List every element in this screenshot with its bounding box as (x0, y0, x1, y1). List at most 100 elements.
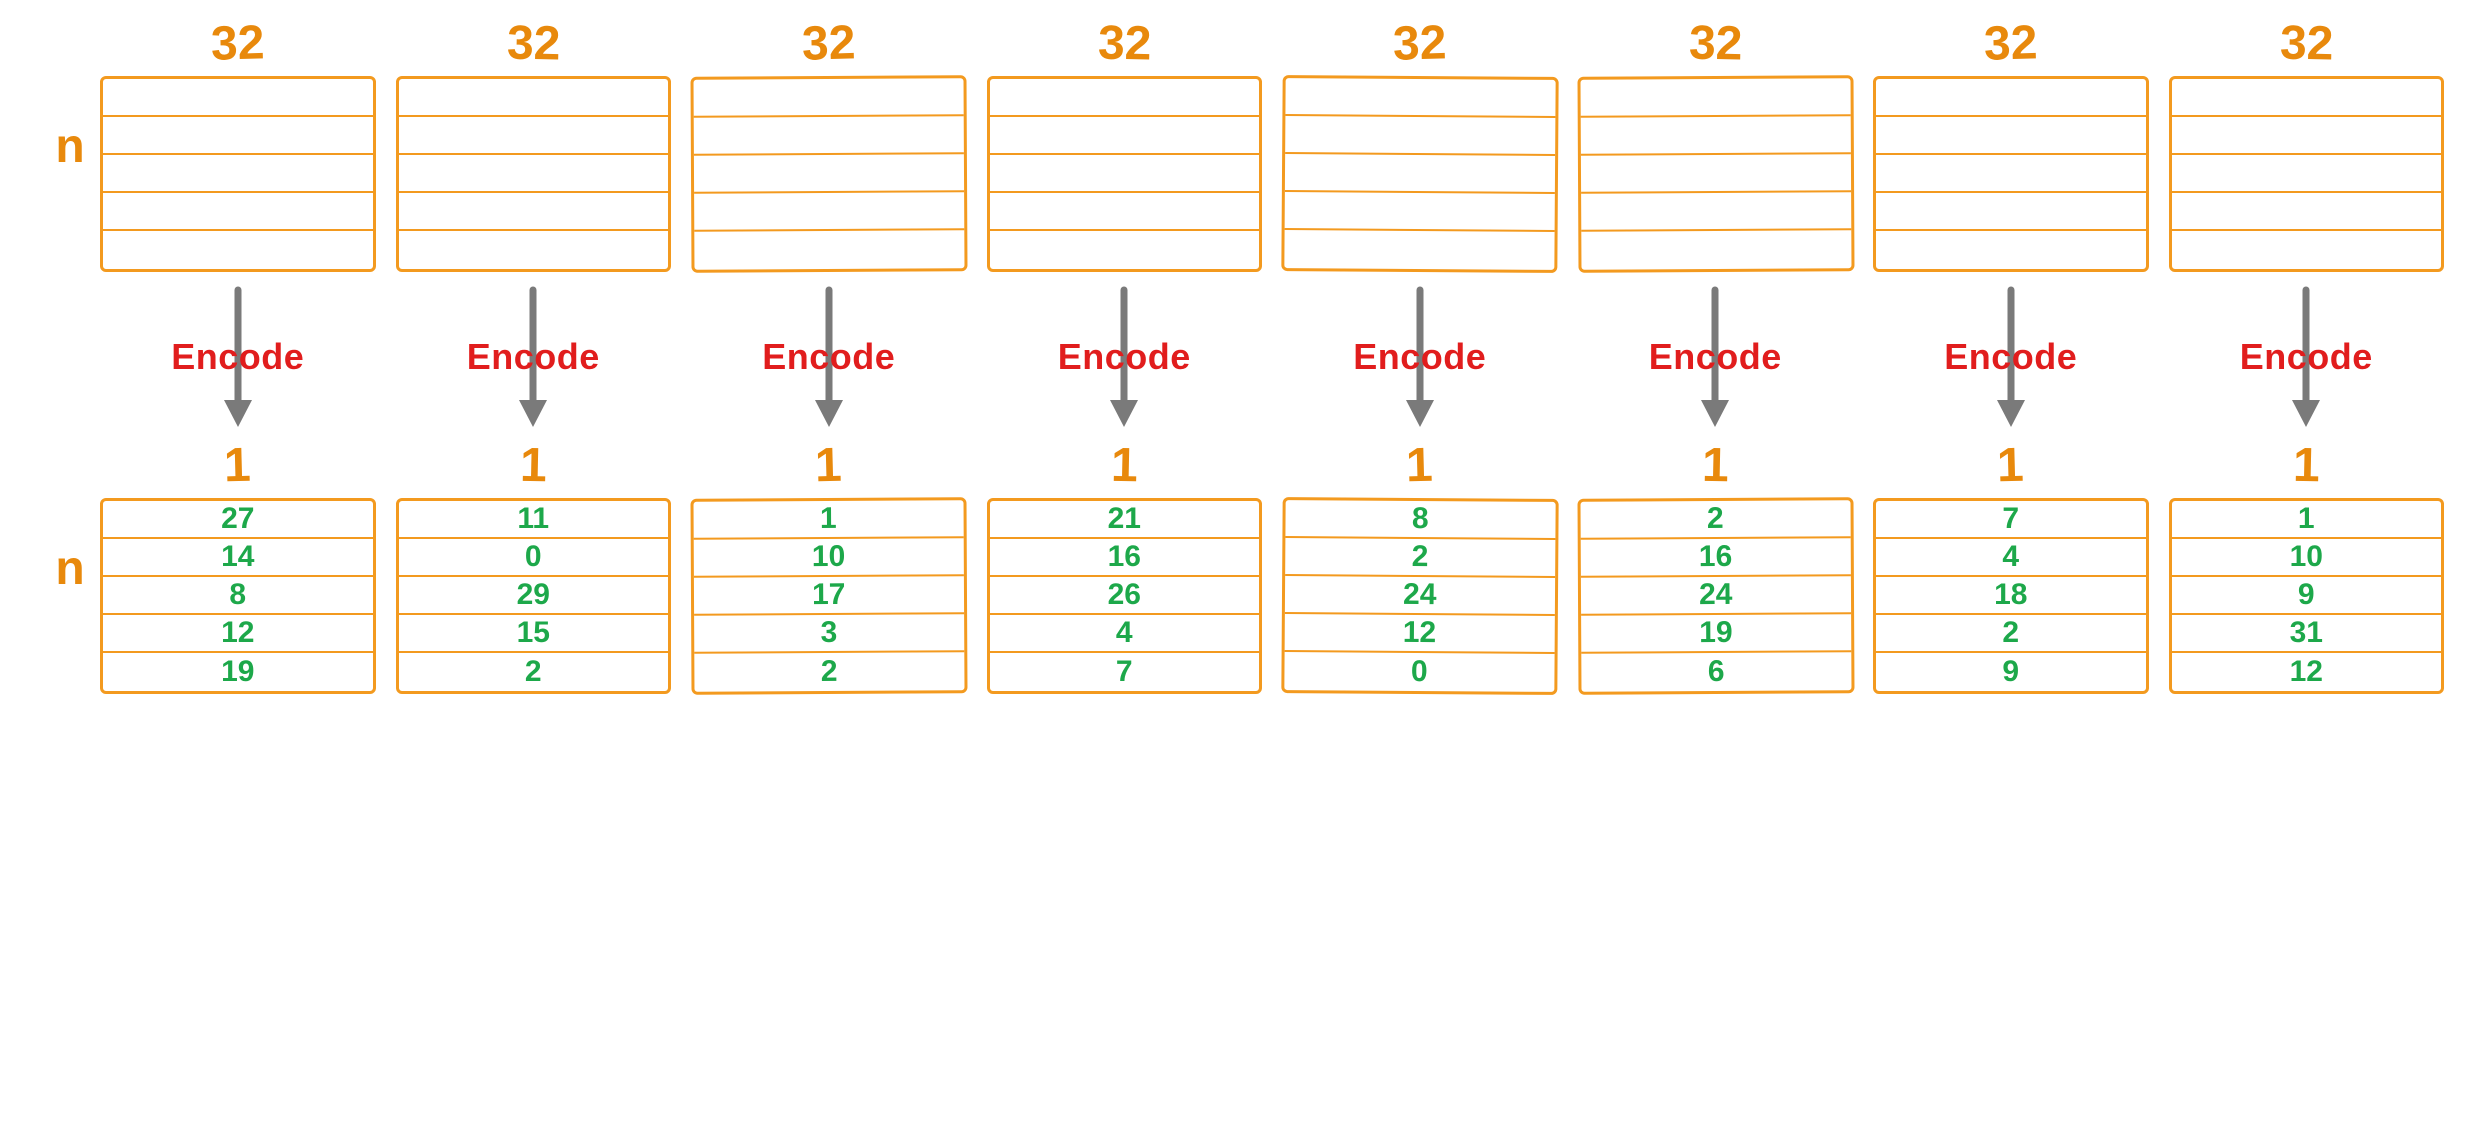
output-column: 1 11093112 (2169, 442, 2445, 694)
matrix-row (1285, 154, 1555, 194)
output-column: 111029152 (396, 442, 672, 694)
matrix-row (1285, 116, 1555, 156)
vector-cell: 2 (1876, 615, 2146, 653)
matrix-row (694, 78, 964, 117)
output-column: 1741829 (1873, 442, 2149, 694)
matrix-row (103, 193, 373, 231)
input-column: 32 (2169, 20, 2445, 272)
matrix-row (1284, 230, 1554, 270)
vector-cell: 7 (990, 653, 1260, 691)
vector-cell: 8 (1285, 500, 1555, 540)
input-column: 32 (987, 20, 1263, 272)
vector-cell: 12 (2172, 653, 2442, 691)
vector-cell: 10 (2172, 539, 2442, 577)
output-vector: 741829 (1873, 498, 2149, 694)
arrow-column: Encode (691, 272, 967, 442)
output-dim-label: 1 (815, 442, 843, 491)
output-vector: 21162647 (987, 498, 1263, 694)
matrix-row (103, 117, 373, 155)
matrix-row (399, 117, 669, 155)
input-matrix (1281, 75, 1558, 273)
input-matrix (1577, 75, 1854, 272)
vector-cell: 10 (694, 538, 964, 577)
output-column: 1271481219 (100, 442, 376, 694)
matrix-row (694, 230, 964, 269)
input-row: n 3232323232323232 (40, 20, 2444, 272)
vector-cell: 12 (1285, 614, 1555, 654)
vector-cell: 2 (399, 653, 669, 691)
matrix-row (1581, 192, 1851, 231)
matrix-row (990, 79, 1260, 117)
input-column: 32 (100, 20, 376, 272)
encode-label: Encode (1058, 336, 1191, 378)
matrix-row (1285, 192, 1555, 232)
output-vector: 11093112 (2169, 498, 2445, 694)
arrow-columns: Encode Encode Encode Encode Encode Encod… (100, 272, 2444, 442)
output-dim-label: 1 (1406, 442, 1434, 491)
input-matrix (987, 76, 1263, 272)
matrix-row (103, 231, 373, 269)
matrix-row (1876, 193, 2146, 231)
matrix-row (1580, 78, 1850, 117)
matrix-row (2172, 155, 2442, 193)
input-matrix (690, 75, 967, 272)
output-dim-label: 1 (2292, 442, 2320, 491)
matrix-row (2172, 193, 2442, 231)
output-dim-label: 1 (1110, 442, 1138, 491)
output-dim-label: 1 (224, 442, 252, 491)
vector-cell: 4 (990, 615, 1260, 653)
vector-cell: 27 (103, 501, 373, 539)
input-dim-label: 32 (506, 19, 560, 68)
row-dim-label-bottom: n (40, 541, 100, 596)
matrix-row (103, 155, 373, 193)
vector-cell: 2 (694, 652, 964, 691)
input-matrix (396, 76, 672, 272)
vector-cell: 0 (399, 539, 669, 577)
input-dim-label: 32 (2279, 19, 2333, 68)
vector-cell: 24 (1285, 576, 1555, 616)
input-column: 32 (1578, 20, 1854, 272)
arrow-column: Encode (987, 272, 1263, 442)
vector-cell: 15 (399, 615, 669, 653)
vector-cell: 31 (2172, 615, 2442, 653)
output-dim-label: 1 (1701, 442, 1729, 491)
matrix-row (1580, 116, 1850, 155)
matrix-row (1285, 78, 1555, 118)
matrix-row (694, 192, 964, 231)
vector-cell: 3 (694, 614, 964, 653)
matrix-row (1580, 154, 1850, 193)
matrix-row (694, 154, 964, 193)
output-vector: 1101732 (690, 497, 967, 694)
output-column: 11101732 (691, 442, 967, 694)
vector-cell: 1 (694, 500, 964, 539)
matrix-row (399, 231, 669, 269)
matrix-row (399, 193, 669, 231)
vector-cell: 2 (1285, 538, 1555, 578)
vector-cell: 19 (1581, 614, 1851, 653)
vector-cell: 21 (990, 501, 1260, 539)
matrix-row (2172, 79, 2442, 117)
matrix-row (2172, 231, 2442, 269)
matrix-row (1876, 155, 2146, 193)
input-dim-label: 32 (210, 19, 265, 68)
arrow-column: Encode (1873, 272, 2149, 442)
input-columns: 3232323232323232 (100, 20, 2444, 272)
matrix-row (2172, 117, 2442, 155)
matrix-row (990, 117, 1260, 155)
output-vector: 8224120 (1281, 497, 1558, 695)
vector-cell: 18 (1876, 577, 2146, 615)
matrix-row (1876, 79, 2146, 117)
input-column: 32 (1282, 20, 1558, 272)
vector-cell: 6 (1581, 652, 1851, 691)
arrow-column: Encode (1578, 272, 1854, 442)
vector-cell: 9 (1876, 653, 2146, 691)
input-column: 32 (691, 20, 967, 272)
vector-cell: 24 (1580, 576, 1850, 615)
vector-cell: 12 (103, 615, 373, 653)
matrix-row (990, 231, 1260, 269)
vector-cell: 11 (399, 501, 669, 539)
matrix-row (1581, 230, 1851, 269)
matrix-row (1876, 231, 2146, 269)
input-matrix (100, 76, 376, 272)
row-dim-label: n (40, 119, 100, 174)
